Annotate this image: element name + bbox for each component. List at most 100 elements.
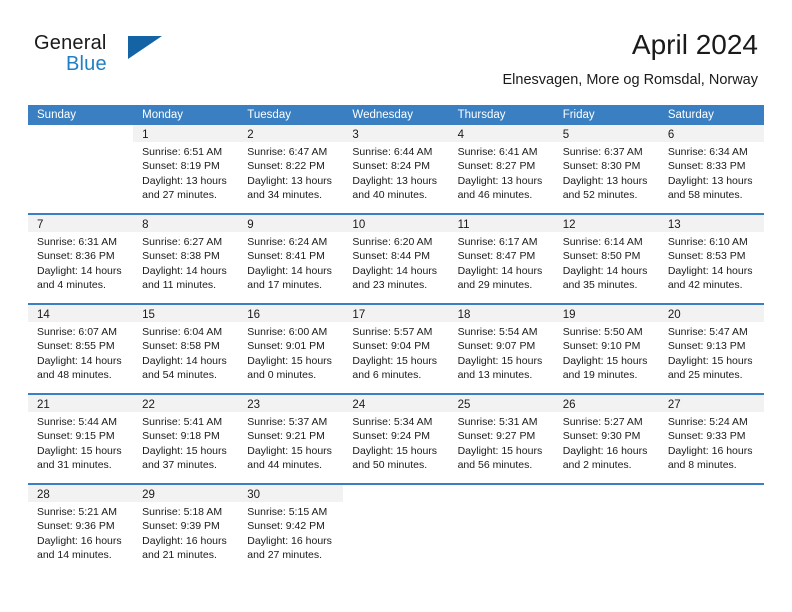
daylight-duration-line2: and 52 minutes. — [562, 189, 638, 202]
day-details: Sunrise: 5:57 AM Sunset: 9:04 PM Daylight:… — [343, 322, 448, 387]
weekday-header-sunday: Sunday — [37, 109, 77, 121]
daylight-duration-line2: and 13 minutes. — [457, 369, 533, 382]
day-number-band: 16 — [238, 305, 344, 322]
daylight-duration-line1: Daylight: 13 hours — [247, 174, 332, 187]
day-cell[interactable]: 7 Sunrise: 6:31 AM Sunset: 8:36 PM Daylight… — [28, 215, 134, 303]
day-cell[interactable]: 1 Sunrise: 6:51 AM Sunset: 8:19 PM Daylight… — [133, 125, 239, 213]
weekday-header-friday: Friday — [562, 109, 595, 121]
day-cell[interactable]: 8 Sunrise: 6:27 AM Sunset: 8:38 PM Daylight… — [133, 215, 239, 303]
daylight-duration-line2: and 46 minutes. — [457, 189, 533, 202]
sunset-time: Sunset: 8:33 PM — [667, 160, 746, 173]
day-cell[interactable]: 14 Sunrise: 6:07 AM Sunset: 8:55 PM Dayligh… — [28, 305, 134, 393]
day-details: Sunrise: 6:51 AM Sunset: 8:19 PM Daylight:… — [133, 142, 238, 207]
sunset-time: Sunset: 9:39 PM — [142, 520, 220, 533]
daylight-duration-line2: and 31 minutes. — [37, 459, 112, 472]
sunset-time: Sunset: 8:22 PM — [247, 160, 325, 173]
daylight-duration-line2: and 11 minutes. — [142, 279, 217, 292]
day-number-band: 14 — [28, 305, 134, 322]
day-number: 5 — [562, 129, 570, 141]
day-cell[interactable]: 4 Sunrise: 6:41 AM Sunset: 8:27 PM Daylight… — [448, 125, 554, 213]
day-cell[interactable]: 24 Sunrise: 5:34 AM Sunset: 9:24 PM Dayligh… — [343, 395, 449, 483]
day-number: 10 — [352, 219, 366, 231]
day-cell[interactable]: 3 Sunrise: 6:44 AM Sunset: 8:24 PM Daylight… — [343, 125, 449, 213]
day-cell-empty — [553, 485, 659, 573]
day-details: Sunrise: 6:24 AM Sunset: 8:41 PM Daylight:… — [238, 232, 343, 297]
sunset-time: Sunset: 8:47 PM — [457, 250, 536, 263]
day-number-band: 26 — [553, 395, 659, 412]
daylight-duration-line2: and 44 minutes. — [247, 459, 322, 472]
day-cell[interactable]: 19 Sunrise: 5:50 AM Sunset: 9:10 PM Dayligh… — [553, 305, 659, 393]
day-details: Sunrise: 6:20 AM Sunset: 8:44 PM Daylight:… — [343, 232, 448, 297]
daylight-duration-line2: and 48 minutes. — [37, 369, 112, 382]
daylight-duration-line2: and 37 minutes. — [142, 459, 217, 472]
sunset-time: Sunset: 9:33 PM — [667, 430, 746, 443]
day-cell-empty — [448, 485, 554, 573]
day-details: Sunrise: 5:21 AM Sunset: 9:36 PM Daylight:… — [28, 502, 133, 567]
day-number: 19 — [562, 309, 576, 321]
day-cell[interactable]: 6 Sunrise: 6:34 AM Sunset: 8:33 PM Daylight… — [658, 125, 764, 213]
day-cell[interactable]: 26 Sunrise: 5:27 AM Sunset: 9:30 PM Dayligh… — [553, 395, 659, 483]
day-cell[interactable]: 22 Sunrise: 5:41 AM Sunset: 9:18 PM Dayligh… — [133, 395, 239, 483]
day-number-band: 11 — [448, 215, 554, 232]
day-cell[interactable]: 12 Sunrise: 6:14 AM Sunset: 8:50 PM Dayligh… — [553, 215, 659, 303]
day-details: Sunrise: 5:31 AM Sunset: 9:27 PM Daylight:… — [449, 412, 554, 477]
day-number: 22 — [142, 399, 155, 411]
daylight-duration-line1: Daylight: 16 hours — [37, 534, 122, 547]
day-cell[interactable]: 11 Sunrise: 6:17 AM Sunset: 8:47 PM Dayligh… — [448, 215, 554, 303]
day-cell[interactable]: 15 Sunrise: 6:04 AM Sunset: 8:58 PM Dayligh… — [133, 305, 239, 393]
sunrise-time: Sunrise: 5:15 AM — [247, 506, 328, 518]
day-number-band: 6 — [658, 125, 764, 142]
day-cell[interactable]: 5 Sunrise: 6:37 AM Sunset: 8:30 PM Daylight… — [553, 125, 659, 213]
sunrise-time: Sunrise: 6:10 AM — [667, 236, 748, 248]
sunrise-time: Sunrise: 6:34 AM — [667, 146, 748, 158]
day-number: 20 — [667, 309, 681, 321]
day-number: 30 — [247, 489, 261, 501]
day-details: Sunrise: 5:54 AM Sunset: 9:07 PM Daylight:… — [449, 322, 554, 387]
calendar-week-row: 28 Sunrise: 5:21 AM Sunset: 9:36 PM Dayligh… — [28, 483, 764, 573]
page-subtitle-location: Elnesvagen, More og Romsdal, Norway — [502, 72, 758, 88]
day-details: Sunrise: 6:44 AM Sunset: 8:24 PM Daylight:… — [343, 142, 448, 207]
general-blue-logo: General Blue — [34, 32, 184, 88]
day-number-band: 19 — [553, 305, 659, 322]
day-cell[interactable]: 20 Sunrise: 5:47 AM Sunset: 9:13 PM Dayligh… — [658, 305, 764, 393]
daylight-duration-line2: and 50 minutes. — [352, 459, 428, 472]
day-number: 11 — [457, 219, 470, 231]
day-cell[interactable]: 25 Sunrise: 5:31 AM Sunset: 9:27 PM Dayligh… — [448, 395, 554, 483]
day-cell[interactable]: 16 Sunrise: 6:00 AM Sunset: 9:01 PM Dayligh… — [238, 305, 344, 393]
sunrise-time: Sunrise: 5:57 AM — [352, 326, 433, 338]
daylight-duration-line1: Daylight: 16 hours — [142, 534, 227, 547]
day-number-band: 10 — [343, 215, 449, 232]
day-number-band: 28 — [28, 485, 134, 502]
day-cell[interactable]: 21 Sunrise: 5:44 AM Sunset: 9:15 PM Dayligh… — [28, 395, 134, 483]
day-number-band: 4 — [448, 125, 554, 142]
sunrise-time: Sunrise: 6:31 AM — [37, 236, 117, 248]
day-number-band: 30 — [238, 485, 344, 502]
day-cell[interactable]: 27 Sunrise: 5:24 AM Sunset: 9:33 PM Dayligh… — [658, 395, 764, 483]
daylight-duration-line2: and 42 minutes. — [667, 279, 743, 292]
day-cell[interactable]: 9 Sunrise: 6:24 AM Sunset: 8:41 PM Daylight… — [238, 215, 344, 303]
day-cell[interactable]: 29 Sunrise: 5:18 AM Sunset: 9:39 PM Dayligh… — [133, 485, 239, 573]
sunset-time: Sunset: 9:27 PM — [457, 430, 536, 443]
sunrise-time: Sunrise: 5:24 AM — [667, 416, 748, 428]
sunrise-time: Sunrise: 5:47 AM — [667, 326, 748, 338]
daylight-duration-line1: Daylight: 16 hours — [247, 534, 332, 547]
day-cell[interactable]: 23 Sunrise: 5:37 AM Sunset: 9:21 PM Dayligh… — [238, 395, 344, 483]
day-cell[interactable]: 10 Sunrise: 6:20 AM Sunset: 8:44 PM Dayligh… — [343, 215, 449, 303]
day-number: 3 — [352, 129, 359, 141]
day-cell[interactable]: 30 Sunrise: 5:15 AM Sunset: 9:42 PM Dayligh… — [238, 485, 344, 573]
day-details: Sunrise: 6:27 AM Sunset: 8:38 PM Daylight:… — [133, 232, 238, 297]
sunset-time: Sunset: 8:27 PM — [457, 160, 536, 173]
sunset-time: Sunset: 8:36 PM — [37, 250, 115, 263]
day-number: 1 — [142, 129, 149, 141]
day-number: 6 — [667, 129, 675, 141]
day-cell[interactable]: 18 Sunrise: 5:54 AM Sunset: 9:07 PM Dayligh… — [448, 305, 554, 393]
day-cell[interactable]: 13 Sunrise: 6:10 AM Sunset: 8:53 PM Dayligh… — [658, 215, 764, 303]
daylight-duration-line2: and 19 minutes. — [562, 369, 638, 382]
day-number-band: 25 — [448, 395, 554, 412]
daylight-duration-line1: Daylight: 13 hours — [457, 174, 543, 187]
day-cell[interactable]: 17 Sunrise: 5:57 AM Sunset: 9:04 PM Dayligh… — [343, 305, 449, 393]
day-cell[interactable]: 28 Sunrise: 5:21 AM Sunset: 9:36 PM Dayligh… — [28, 485, 134, 573]
logo-text-blue: Blue — [66, 53, 107, 75]
daylight-duration-line1: Daylight: 15 hours — [667, 354, 753, 367]
day-cell[interactable]: 2 Sunrise: 6:47 AM Sunset: 8:22 PM Daylight… — [238, 125, 344, 213]
